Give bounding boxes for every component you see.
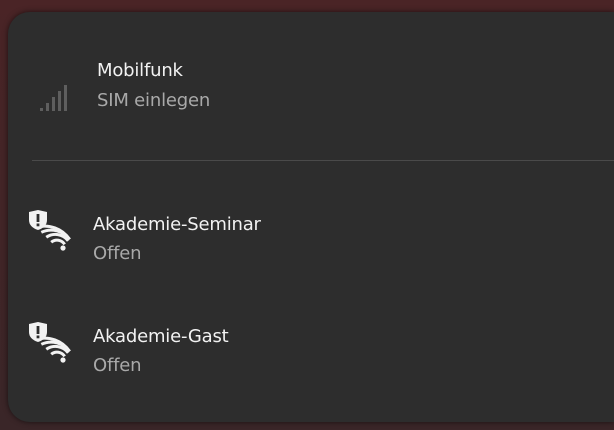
section-divider: [32, 160, 614, 161]
wifi-network-akademie-seminar[interactable]: Akademie-Seminar Offen: [8, 208, 614, 308]
cellular-signal-icon: [30, 74, 74, 114]
network-name: Akademie-Seminar: [93, 214, 261, 235]
wifi-network-akademie-gast[interactable]: Akademie-Gast Offen: [8, 320, 614, 420]
network-name: Akademie-Gast: [93, 326, 229, 347]
cellular-connection[interactable]: Mobilfunk SIM einlegen: [8, 52, 614, 152]
network-status: Offen: [93, 355, 142, 376]
network-flyout: Mobilfunk SIM einlegen Akademie-Seminar …: [8, 12, 614, 422]
wifi-unsecured-icon: [26, 210, 82, 262]
desktop-background: Mobilfunk SIM einlegen Akademie-Seminar …: [0, 0, 614, 430]
cellular-title: Mobilfunk: [97, 60, 183, 81]
wifi-unsecured-icon: [26, 322, 82, 374]
network-status: Offen: [93, 243, 142, 264]
cellular-status: SIM einlegen: [97, 90, 211, 111]
